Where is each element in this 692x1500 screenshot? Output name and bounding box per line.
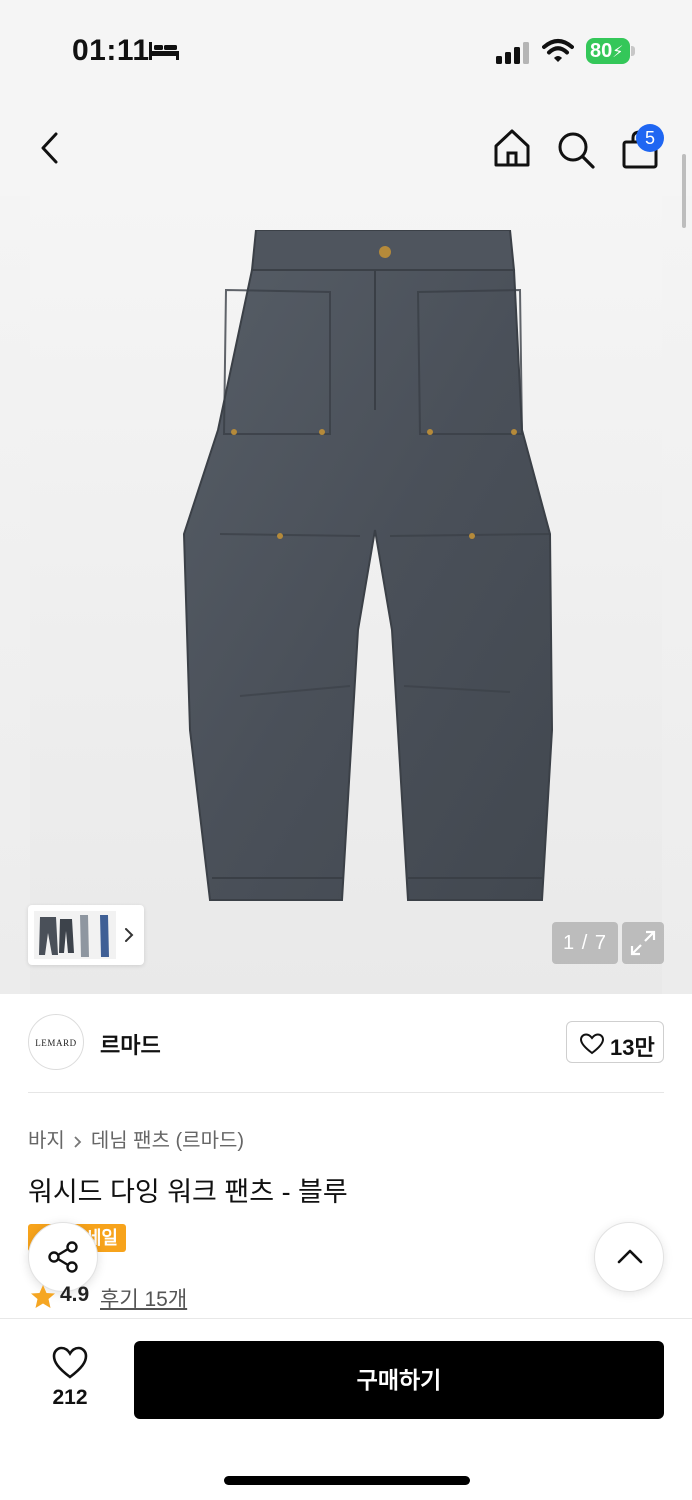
- battery-cap: [631, 46, 635, 56]
- chevron-up-icon: [617, 1249, 643, 1264]
- brand-like-button[interactable]: 13만: [566, 1021, 664, 1063]
- status-bar: 01:11 80⚡: [0, 0, 692, 100]
- brand-logo[interactable]: LEMARD: [28, 1014, 84, 1070]
- divider: [28, 1092, 664, 1093]
- wifi-icon: [542, 39, 574, 62]
- product-title: 워시드 다잉 워크 팬츠 - 블루: [28, 1177, 348, 1207]
- buy-button[interactable]: 구매하기: [134, 1341, 664, 1419]
- back-icon[interactable]: [32, 128, 68, 168]
- expand-button[interactable]: [622, 922, 664, 964]
- scrollbar-thumb[interactable]: [682, 154, 686, 228]
- image-counter: 1 / 7: [552, 922, 618, 964]
- bed-icon: [149, 42, 179, 60]
- nav-bar: [0, 100, 692, 196]
- share-button[interactable]: [28, 1222, 98, 1292]
- thumbnail-images: [34, 911, 116, 959]
- breadcrumb-subcategory[interactable]: 데님 팬츠 (르마드): [91, 1130, 244, 1152]
- review-link[interactable]: 후기 15개: [100, 1283, 187, 1313]
- scroll-to-top-button[interactable]: [594, 1222, 664, 1292]
- expand-icon: [630, 930, 656, 956]
- share-icon: [48, 1241, 78, 1273]
- brand-name[interactable]: 르마드: [100, 1028, 161, 1060]
- breadcrumb-category[interactable]: 바지: [28, 1130, 65, 1152]
- product-pants-image: [182, 230, 554, 901]
- breadcrumb: 바지 데님 팬츠 (르마드): [28, 1124, 244, 1153]
- wishlist-heart-icon[interactable]: [52, 1346, 88, 1380]
- battery-charging-icon: 80⚡: [586, 38, 630, 64]
- product-photo[interactable]: [30, 196, 662, 994]
- home-indicator[interactable]: [224, 1476, 470, 1485]
- brand-like-count: 13만: [610, 1035, 655, 1060]
- chevron-right-icon: [74, 1136, 82, 1148]
- cart-count-badge[interactable]: 5: [636, 124, 664, 152]
- home-icon[interactable]: [490, 126, 534, 170]
- wishlist-count: 212: [52, 1386, 88, 1409]
- thumbnail-strip[interactable]: [28, 905, 144, 965]
- product-image-gallery[interactable]: 1 / 7: [0, 196, 692, 994]
- status-time: 01:11: [72, 34, 150, 67]
- battery-level: 80: [590, 40, 613, 62]
- heart-icon: [580, 1033, 604, 1055]
- chevron-right-icon: [125, 928, 134, 942]
- rating-value: 4.9: [60, 1283, 90, 1306]
- star-icon: [31, 1285, 55, 1308]
- search-icon[interactable]: [554, 128, 598, 172]
- signal-icon: [496, 42, 529, 64]
